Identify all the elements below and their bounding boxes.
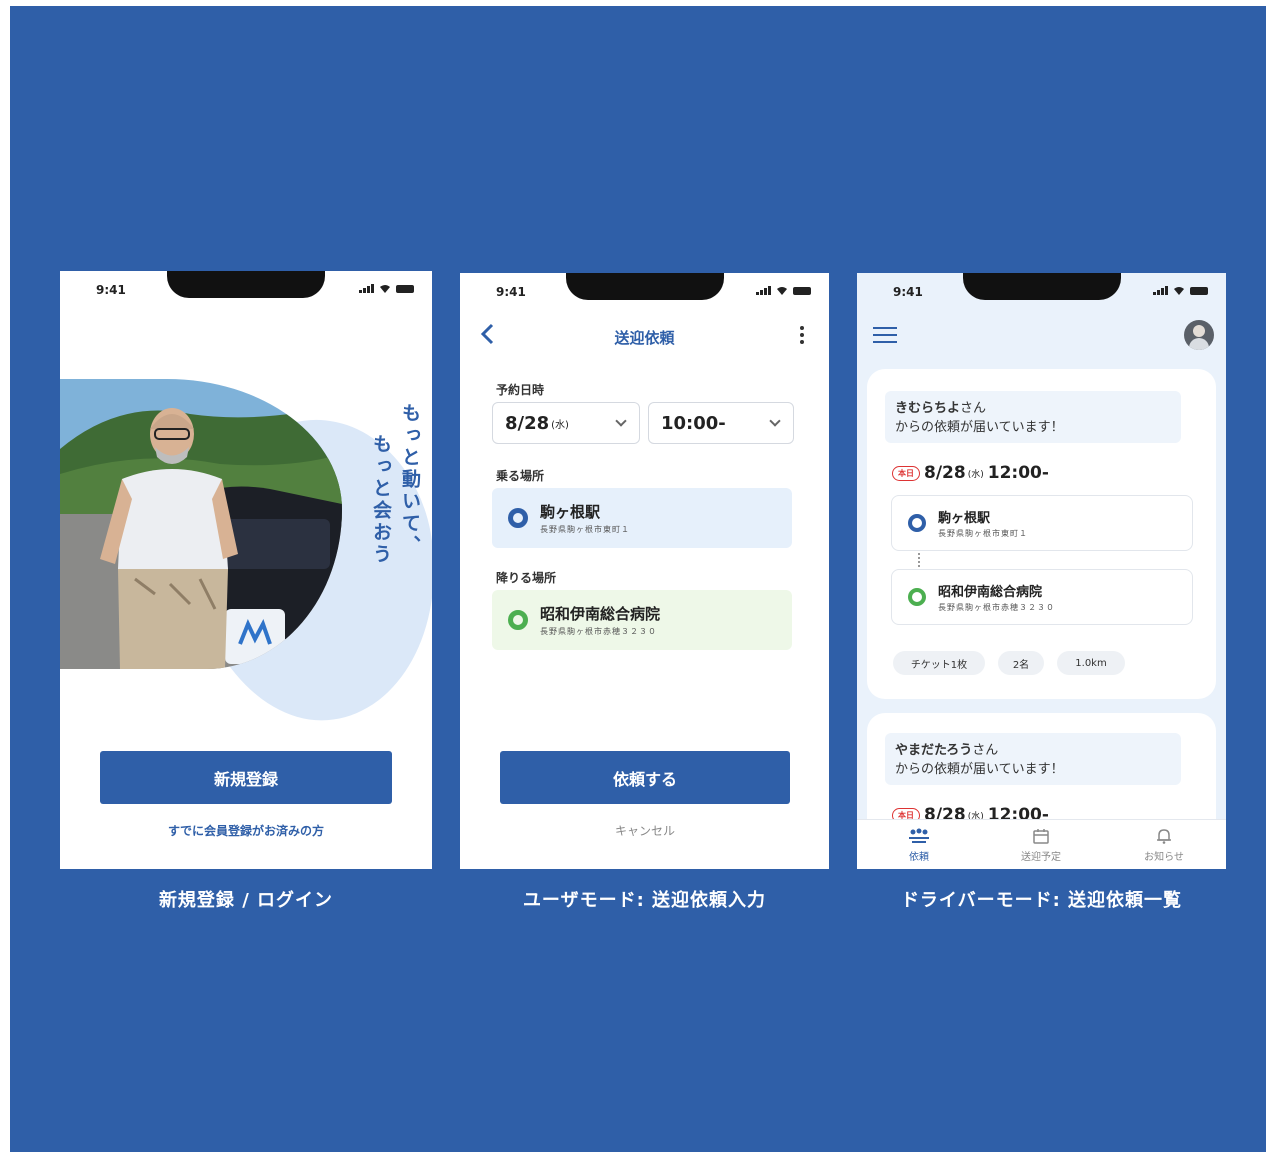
request-time: 12:00- bbox=[987, 463, 1049, 483]
tab-bar: 依頼 送迎予定 お知らせ bbox=[857, 819, 1226, 869]
submit-request-button[interactable]: 依頼する bbox=[500, 751, 790, 804]
today-badge: 本日 bbox=[892, 465, 920, 481]
tab-label: お知らせ bbox=[1144, 852, 1184, 863]
wifi-icon bbox=[1174, 287, 1184, 295]
time-select[interactable]: 10:00- bbox=[648, 402, 794, 444]
requester-name: やまだたろう bbox=[895, 743, 973, 758]
dropoff-row: 昭和伊南総合病院 長野県駒ヶ根市赤穂３２３０ bbox=[891, 569, 1193, 625]
battery-icon bbox=[396, 285, 414, 293]
pickup-row: 駒ヶ根駅 長野県駒ヶ根市東町１ bbox=[891, 495, 1193, 551]
tab-label: 依頼 bbox=[909, 852, 929, 863]
requester-name: きむらちよ bbox=[895, 401, 961, 416]
phone-notch bbox=[565, 273, 724, 300]
avatar[interactable] bbox=[1184, 320, 1214, 350]
phone-user-request: 9:41 送迎依頼 予約日時 8/28 (水) 10:00- 乗る場所 駒ヶ根駅 … bbox=[460, 273, 829, 869]
phone-notch bbox=[167, 271, 325, 298]
wifi-icon bbox=[380, 285, 390, 293]
phone-notch bbox=[962, 273, 1121, 300]
passengers-chip: 2名 bbox=[998, 651, 1044, 675]
bell-icon bbox=[1157, 829, 1171, 844]
dropoff-address: 長野県駒ヶ根市赤穂３２３０ bbox=[540, 627, 657, 636]
datetime-label: 予約日時 bbox=[496, 383, 545, 397]
message-text: からの依頼が届いています！ bbox=[895, 420, 1064, 435]
more-vertical-icon[interactable] bbox=[799, 325, 805, 345]
date-value: 8/28 bbox=[505, 412, 550, 434]
pickup-name: 駒ヶ根駅 bbox=[938, 511, 991, 526]
tab-schedule[interactable]: 送迎予定 bbox=[1001, 826, 1081, 863]
signal-icon bbox=[1153, 286, 1168, 295]
pickup-label: 乗る場所 bbox=[496, 469, 545, 483]
dropoff-name: 昭和伊南総合病院 bbox=[938, 585, 1043, 600]
dropoff-field[interactable]: 昭和伊南総合病院 長野県駒ヶ根市赤穂３２３０ bbox=[492, 590, 792, 650]
hamburger-icon[interactable] bbox=[873, 326, 897, 344]
chevron-down-icon bbox=[615, 415, 627, 427]
request-message: やまだたろうさん からの依頼が届いています！ bbox=[885, 733, 1181, 785]
time-value: 10:00- bbox=[661, 412, 726, 434]
request-datetime: 本日 8/28 (水) 12:00- bbox=[892, 463, 1049, 483]
login-link[interactable]: すでに会員登録がお済みの方 bbox=[100, 822, 392, 839]
pickup-marker-icon bbox=[908, 514, 926, 532]
tagline-line1: もっと動いて、 bbox=[399, 403, 421, 557]
caption-register-login: 新規登録 / ログイン bbox=[158, 890, 334, 911]
name-suffix: さん bbox=[960, 401, 987, 416]
phone-register-login: 9:41 もっと動いて、 もっと会おう 新規登録 すでに会員登録がお済みの方 bbox=[60, 271, 432, 869]
dropoff-label: 降りる場所 bbox=[496, 571, 557, 585]
tab-requests[interactable]: 依頼 bbox=[879, 826, 959, 863]
wifi-icon bbox=[777, 287, 787, 295]
dropoff-address: 長野県駒ヶ根市赤穂３２３０ bbox=[938, 603, 1055, 612]
calendar-icon bbox=[1033, 829, 1049, 844]
register-button[interactable]: 新規登録 bbox=[100, 751, 392, 804]
dropoff-name: 昭和伊南総合病院 bbox=[540, 605, 661, 623]
route-connector bbox=[918, 553, 920, 567]
tagline-line2: もっと会おう bbox=[370, 434, 392, 566]
request-message: きむらちよさん からの依頼が届いています！ bbox=[885, 391, 1181, 443]
phone-driver-list: 9:41 きむらちよさん からの依頼が届いています！ 本日 8/28 (水) 12… bbox=[857, 273, 1226, 869]
status-time: 9:41 bbox=[893, 285, 923, 299]
tab-label: 送迎予定 bbox=[1021, 852, 1061, 863]
cancel-link[interactable]: キャンセル bbox=[500, 822, 790, 839]
dropoff-marker-icon bbox=[508, 610, 528, 630]
request-weekday: (水) bbox=[967, 469, 984, 480]
people-icon bbox=[909, 828, 929, 843]
request-date: 8/28 bbox=[924, 463, 966, 483]
signal-icon bbox=[756, 286, 771, 295]
pickup-field[interactable]: 駒ヶ根駅 長野県駒ヶ根市東町１ bbox=[492, 488, 792, 548]
page-title: 送迎依頼 bbox=[614, 329, 675, 347]
status-time: 9:41 bbox=[96, 283, 126, 297]
dropoff-marker-icon bbox=[908, 588, 926, 606]
name-suffix: さん bbox=[972, 743, 999, 758]
status-icons bbox=[359, 284, 414, 293]
ticket-chip: チケット1枚 bbox=[893, 651, 985, 675]
pickup-address: 長野県駒ヶ根市東町１ bbox=[938, 529, 1028, 538]
pickup-address: 長野県駒ヶ根市東町１ bbox=[540, 525, 630, 534]
chevron-down-icon bbox=[769, 415, 781, 427]
battery-icon bbox=[793, 287, 811, 295]
status-icons bbox=[1153, 286, 1208, 295]
pickup-marker-icon bbox=[508, 508, 528, 528]
signal-icon bbox=[359, 284, 374, 293]
distance-chip: 1.0km bbox=[1057, 651, 1125, 675]
status-icons bbox=[756, 286, 811, 295]
caption-user-request: ユーザモード: 送迎依頼入力 bbox=[522, 890, 767, 911]
caption-driver-list: ドライバーモード: 送迎依頼一覧 bbox=[900, 890, 1183, 911]
status-time: 9:41 bbox=[496, 285, 526, 299]
tab-notifications[interactable]: お知らせ bbox=[1124, 826, 1204, 863]
battery-icon bbox=[1190, 287, 1208, 295]
date-select[interactable]: 8/28 (水) bbox=[492, 402, 640, 444]
date-weekday: (水) bbox=[551, 419, 569, 431]
message-text: からの依頼が届いています！ bbox=[895, 762, 1064, 777]
pickup-name: 駒ヶ根駅 bbox=[540, 503, 601, 521]
